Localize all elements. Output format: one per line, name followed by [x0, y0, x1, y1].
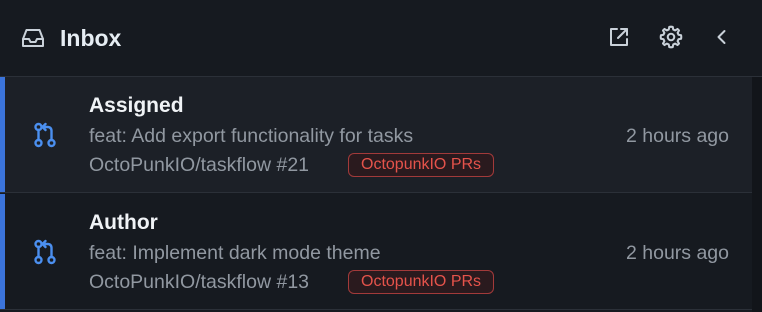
inbox-panel: Inbox Assigned feat: Add export function… — [0, 0, 762, 312]
unread-indicator — [0, 77, 5, 192]
notification-list: Assigned feat: Add export functionality … — [0, 77, 752, 312]
notification-label[interactable]: OctopunkIO PRs — [348, 153, 495, 177]
notification-time: 2 hours ago — [626, 125, 729, 147]
notification-label[interactable]: OctopunkIO PRs — [348, 270, 495, 294]
chevron-left-icon — [712, 27, 732, 47]
scrollbar[interactable] — [752, 77, 762, 312]
notification-time: 2 hours ago — [626, 242, 729, 264]
notification-reason: Author — [89, 211, 158, 234]
unread-indicator — [0, 194, 5, 309]
page-title: Inbox — [60, 25, 122, 51]
notification-row[interactable]: Assigned feat: Add export functionality … — [0, 77, 752, 193]
notification-repo: OctoPunkIO/taskflow #21 — [89, 154, 310, 176]
settings-button[interactable] — [656, 22, 686, 52]
collapse-button[interactable] — [707, 22, 737, 52]
notification-subject: feat: Implement dark mode theme — [89, 242, 381, 264]
notification-repo: OctoPunkIO/taskflow #13 — [89, 271, 310, 293]
notification-subject: feat: Add export functionality for tasks — [89, 125, 414, 147]
pull-request-icon — [31, 238, 59, 266]
notification-row[interactable]: Author feat: Implement dark mode theme O… — [0, 194, 752, 310]
gear-icon — [658, 24, 684, 50]
open-external-button[interactable] — [604, 22, 634, 52]
inbox-icon — [20, 25, 46, 51]
external-link-icon — [607, 25, 631, 49]
inbox-header: Inbox — [0, 0, 762, 77]
pull-request-icon — [31, 121, 59, 149]
notification-reason: Assigned — [89, 94, 184, 117]
